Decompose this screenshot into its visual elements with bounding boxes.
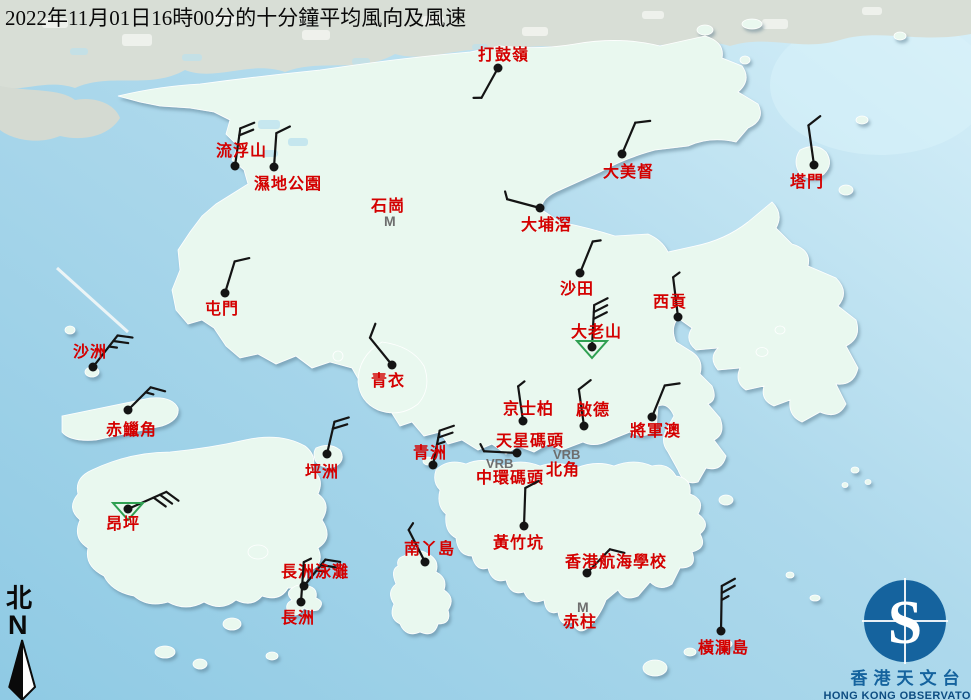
station-dot — [576, 269, 585, 278]
station-dot — [674, 313, 683, 322]
station-dot — [648, 413, 657, 422]
station-label: 西貢 — [653, 293, 687, 311]
station-dot — [494, 64, 503, 73]
station-dot — [270, 163, 279, 172]
station-label: 青洲 — [413, 443, 447, 462]
missing-data-marker: M — [384, 213, 396, 229]
station-label: 南丫島 — [404, 539, 455, 558]
station-label: 大美督 — [603, 162, 654, 181]
hko-logo-chinese: 香港天文台 — [851, 668, 966, 688]
station-label: 塔門 — [790, 172, 824, 191]
station-label: 屯門 — [205, 299, 239, 318]
station-label: 濕地公園 — [254, 174, 322, 193]
station-label: 沙洲 — [73, 343, 107, 361]
hko-logo-monogram: S — [888, 589, 922, 657]
station-label: 坪洲 — [305, 463, 339, 481]
station-label: 橫瀾島 — [698, 638, 749, 657]
station-dot — [297, 598, 306, 607]
wind-map-screen: 流浮山濕地公園打鼓嶺M石崗大埔滘大美督塔門沙田西貢屯門沙洲赤鱲角青衣坪洲青洲大老… — [0, 0, 971, 700]
map-title: 2022年11月01日16時00分的十分鐘平均風向及風速 — [5, 2, 605, 32]
station-label: 流浮山 — [216, 141, 267, 160]
station-label: 京士柏 — [503, 399, 554, 418]
station-label: 將軍澳 — [630, 421, 681, 440]
wind-barb-half — [109, 347, 117, 348]
wind-staff — [524, 488, 525, 526]
station-dot — [580, 422, 589, 431]
station-dot — [221, 289, 230, 298]
station-label: 打鼓嶺 — [478, 45, 529, 64]
station-dot — [231, 162, 240, 171]
station-dot — [520, 522, 529, 531]
station-label: 赤鱲角 — [106, 420, 157, 439]
station-dot — [89, 363, 98, 372]
station-label: 香港航海學校 — [564, 552, 667, 571]
station-dot — [124, 505, 133, 514]
station-label: 黃竹坑 — [492, 533, 544, 552]
land-ma-wan — [333, 351, 343, 361]
station-label: 赤柱 — [563, 612, 597, 631]
station-label: 昂坪 — [106, 515, 140, 533]
station-dot — [323, 450, 332, 459]
station-label: 長洲泳灘 — [281, 562, 349, 581]
station-dot — [810, 161, 819, 170]
station-dot — [588, 343, 597, 352]
compass-north-chinese: 北 — [6, 584, 32, 613]
station-label: 長洲 — [281, 609, 315, 627]
wind-barb-half — [593, 240, 601, 241]
station-label: 北角 — [546, 460, 580, 479]
hko-logo-english: HONG KONG OBSERVATORY — [823, 690, 971, 700]
station-dot — [536, 204, 545, 213]
station-label: 大老山 — [571, 322, 622, 341]
station-label: 大埔滘 — [521, 215, 572, 234]
variable-wind-marker: VRB — [486, 456, 513, 471]
station-label: 石崗 — [370, 196, 405, 215]
station-dot — [388, 361, 397, 370]
station-label: 青衣 — [371, 371, 405, 390]
missing-data-marker: M — [577, 599, 589, 615]
station-dot — [124, 406, 133, 415]
compass-north-letter: N — [8, 610, 28, 640]
station-dot — [421, 558, 430, 567]
hong-kong-wind-map: 流浮山濕地公園打鼓嶺M石崗大埔滘大美督塔門沙田西貢屯門沙洲赤鱲角青衣坪洲青洲大老… — [0, 0, 971, 700]
variable-wind-marker: VRB — [553, 447, 580, 462]
station-label: 沙田 — [560, 280, 594, 298]
station-label: 啟德 — [576, 400, 610, 419]
station-dot — [618, 150, 627, 159]
station-dot — [717, 627, 726, 636]
